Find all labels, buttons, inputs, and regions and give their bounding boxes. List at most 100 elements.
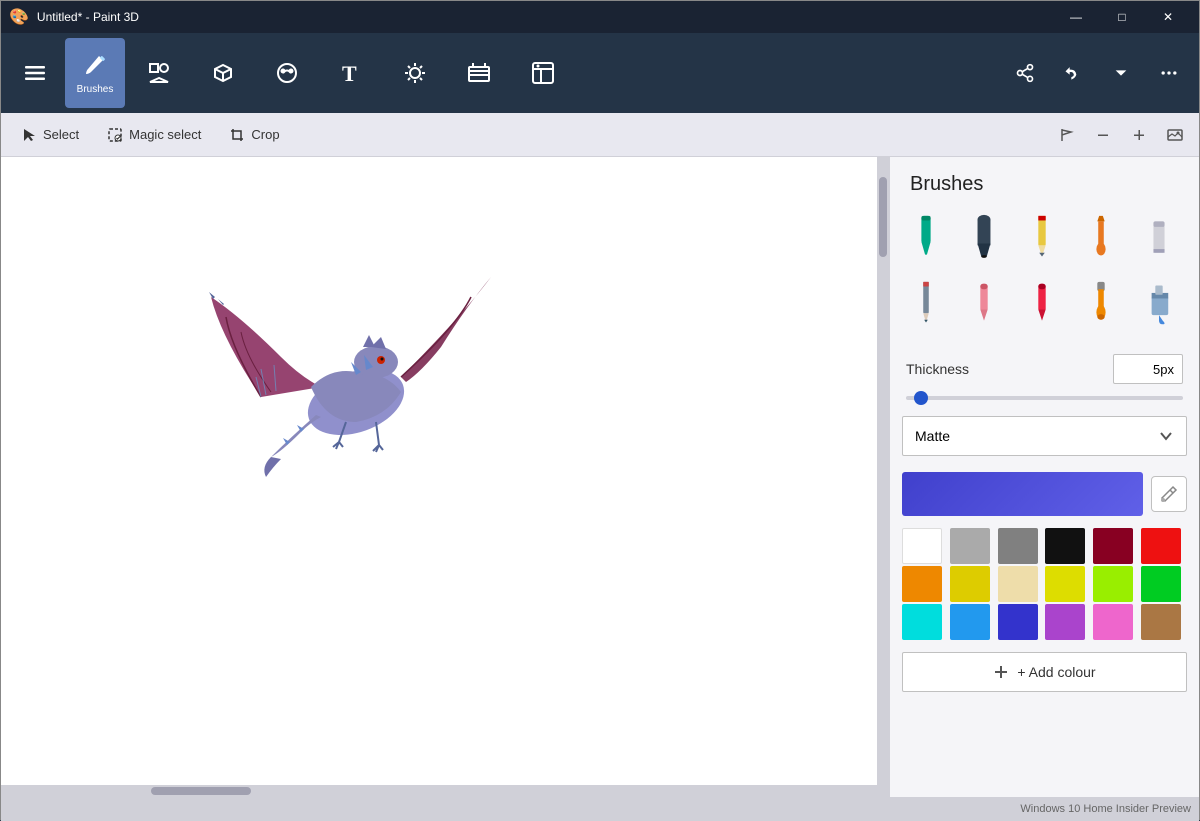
- more-button[interactable]: [1147, 51, 1191, 95]
- minimize-button[interactable]: —: [1053, 1, 1099, 33]
- chevron-down-icon: [1158, 428, 1174, 444]
- color-purple[interactable]: [1045, 604, 1085, 640]
- color-blue[interactable]: [950, 604, 990, 640]
- minus-button[interactable]: [1087, 119, 1119, 151]
- select-button[interactable]: Select: [9, 117, 91, 153]
- thickness-slider-thumb[interactable]: [914, 391, 928, 405]
- brush-grid: [890, 208, 1199, 346]
- color-red[interactable]: [1141, 528, 1181, 564]
- flag-button[interactable]: [1051, 119, 1083, 151]
- color-yellow[interactable]: [950, 566, 990, 602]
- add-colour-button[interactable]: + Add colour: [902, 652, 1187, 692]
- shapes2d-button[interactable]: [129, 38, 189, 108]
- horizontal-scrollbar-thumb[interactable]: [151, 787, 251, 795]
- window-title: Untitled* - Paint 3D: [37, 10, 139, 24]
- opacity-dropdown[interactable]: Matte: [902, 416, 1187, 456]
- text-icon: T: [337, 59, 365, 87]
- brushes-label: Brushes: [77, 84, 114, 95]
- color-brown[interactable]: [1141, 604, 1181, 640]
- undo-button[interactable]: [1051, 51, 1095, 95]
- brush-fill[interactable]: [1135, 274, 1183, 334]
- maximize-button[interactable]: □: [1099, 1, 1145, 33]
- brush-crayon-red[interactable]: [1018, 274, 1066, 334]
- vertical-scrollbar[interactable]: [877, 157, 889, 797]
- app-icon: 🎨: [9, 7, 29, 27]
- magic-select-label: Magic select: [129, 127, 201, 142]
- menu-button[interactable]: [9, 38, 61, 108]
- color-cyan[interactable]: [902, 604, 942, 640]
- undo-icon: [1063, 63, 1083, 83]
- oil-orange-icon: [1085, 280, 1117, 328]
- thickness-row: Thickness 5px: [890, 346, 1199, 392]
- brush-oil-orange[interactable]: [1077, 274, 1125, 334]
- thickness-label: Thickness: [906, 361, 1105, 377]
- scrollbar-thumb[interactable]: [879, 177, 887, 257]
- color-pink[interactable]: [1093, 604, 1133, 640]
- selected-color-swatch[interactable]: [902, 472, 1143, 516]
- brushes-button[interactable]: Brushes: [65, 38, 125, 108]
- crop-button[interactable]: Crop: [217, 117, 291, 153]
- color-white[interactable]: [902, 528, 942, 564]
- brush-marker[interactable]: [902, 208, 950, 268]
- color-lightgray[interactable]: [950, 528, 990, 564]
- sub-toolbar: Select Magic select Crop: [1, 113, 1199, 157]
- crop-label: Crop: [251, 127, 279, 142]
- share-icon: [1015, 63, 1035, 83]
- color-black[interactable]: [1045, 528, 1085, 564]
- thickness-value[interactable]: 5px: [1113, 354, 1183, 384]
- 3dlib-button[interactable]: [513, 38, 573, 108]
- more-icon: [1159, 63, 1179, 83]
- brush-eraser[interactable]: [1135, 208, 1183, 268]
- window-controls: — □ ✕: [1053, 1, 1191, 33]
- share-button[interactable]: [1003, 51, 1047, 95]
- brush-oil[interactable]: [1077, 208, 1125, 268]
- text-button[interactable]: T: [321, 38, 381, 108]
- color-lime[interactable]: [1093, 566, 1133, 602]
- main-toolbar: Brushes: [1, 33, 1199, 113]
- horizontal-scrollbar[interactable]: [1, 785, 877, 797]
- magic-select-button[interactable]: Magic select: [95, 117, 213, 153]
- color-lightyellow[interactable]: [998, 566, 1038, 602]
- brush-calligraphy[interactable]: [960, 208, 1008, 268]
- status-text: Windows 10 Home Insider Preview: [1020, 803, 1191, 815]
- crop-icon: [229, 127, 245, 143]
- drawing-canvas[interactable]: [1, 157, 877, 797]
- minus-icon: [1095, 127, 1111, 143]
- color-darkred[interactable]: [1093, 528, 1133, 564]
- close-button[interactable]: ✕: [1145, 1, 1191, 33]
- effects-button[interactable]: [385, 38, 445, 108]
- crayon-red-icon: [1026, 280, 1058, 328]
- color-gray[interactable]: [998, 528, 1038, 564]
- color-brightyellow[interactable]: [1045, 566, 1085, 602]
- brush-pencil-yellow[interactable]: [1018, 208, 1066, 268]
- panel-title: Brushes: [890, 157, 1199, 208]
- opacity-dropdown-value: Matte: [915, 428, 950, 444]
- eyedropper-button[interactable]: [1151, 476, 1187, 512]
- brush-crayon-pink[interactable]: [960, 274, 1008, 334]
- pencil-yellow-icon: [1026, 214, 1058, 262]
- canvas-icon: [465, 59, 493, 87]
- magic-select-icon: [107, 127, 123, 143]
- svg-text:T: T: [342, 61, 357, 86]
- plus-zoom-button[interactable]: [1123, 119, 1155, 151]
- color-green[interactable]: [1141, 566, 1181, 602]
- effects-icon: [401, 59, 429, 87]
- brushes-panel: Brushes: [889, 157, 1199, 797]
- brush-pencil2[interactable]: [902, 274, 950, 334]
- thickness-slider-row: [890, 392, 1199, 408]
- pencil2-icon: [910, 280, 942, 328]
- shapes2d-icon: [145, 59, 173, 87]
- plus-zoom-icon: [1131, 127, 1147, 143]
- dropdown-button[interactable]: [1099, 51, 1143, 95]
- marker-icon: [910, 214, 942, 262]
- shapes3d-button[interactable]: [193, 38, 253, 108]
- thickness-slider[interactable]: [906, 396, 1183, 400]
- oil-brush-icon: [1085, 214, 1117, 262]
- image-view-button[interactable]: [1159, 119, 1191, 151]
- flag-icon: [1059, 127, 1075, 143]
- color-orange[interactable]: [902, 566, 942, 602]
- color-darkblue[interactable]: [998, 604, 1038, 640]
- canvas-area[interactable]: [1, 157, 889, 797]
- stickers-button[interactable]: [257, 38, 317, 108]
- canvas-button[interactable]: [449, 38, 509, 108]
